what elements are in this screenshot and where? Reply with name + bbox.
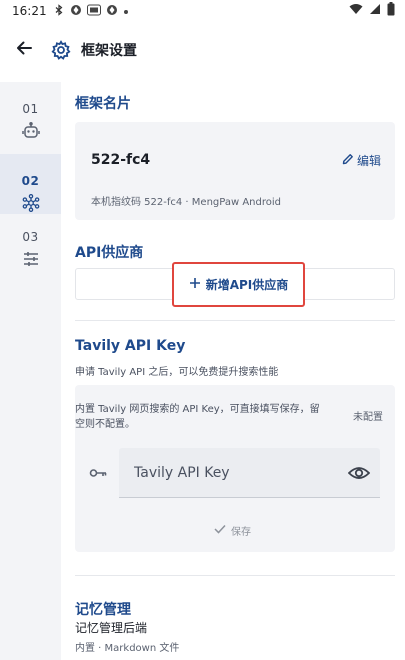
tavily-description: 内置 Tavily 网页搜索的 API Key，可直接填写保存，留空则不配置。 — [75, 404, 320, 430]
rail-item-number: 02 — [21, 174, 40, 188]
rail-item-01[interactable]: 01 — [0, 82, 61, 142]
cellular-signal-icon — [369, 3, 381, 18]
more-dot-icon — [123, 5, 129, 18]
api-provider-title: API供应商 — [75, 245, 144, 261]
save-button[interactable]: 保存 — [214, 523, 251, 538]
section-divider — [75, 320, 395, 321]
back-button[interactable] — [1, 27, 47, 73]
memory-backend-value: 内置 · Markdown 文件 — [75, 643, 180, 654]
check-icon — [214, 524, 226, 537]
tavily-status: 未配置 — [353, 412, 383, 423]
arrow-left-icon — [15, 39, 33, 61]
edit-button[interactable]: 编辑 — [342, 152, 381, 169]
pencil-icon — [342, 153, 354, 168]
rail-item-number: 01 — [22, 102, 39, 116]
rail-item-number: 03 — [22, 230, 39, 244]
rail-item-03[interactable]: 03 — [0, 210, 61, 270]
tavily-subtitle: 申请 Tavily API 之后，可以免费提升搜索性能 — [75, 367, 279, 378]
frame-card: 522-fc4 编辑 本机指纹码 522-fc4 · MengPaw Andro… — [75, 122, 395, 220]
wifi-icon — [349, 3, 363, 18]
top-app-bar: 框架设置 — [0, 22, 405, 78]
rail-item-02[interactable]: 02 — [0, 154, 61, 214]
plus-icon — [189, 277, 201, 292]
robot-icon — [21, 122, 40, 140]
add-api-provider-label: 新增API供应商 — [205, 278, 289, 292]
save-button-label: 保存 — [231, 527, 251, 538]
status-bar: 16:21 — [0, 0, 405, 22]
status-time: 16:21 — [12, 4, 47, 18]
section-divider — [75, 575, 395, 576]
memory-backend-label[interactable]: 记忆管理后端 — [75, 619, 147, 636]
settings-content: 框架名片 522-fc4 编辑 本机指纹码 522-fc4 · MengPaw … — [61, 82, 405, 660]
navigation-rail: 01 02 03 — [0, 82, 61, 660]
visibility-toggle-icon[interactable] — [347, 463, 371, 483]
tavily-title: Tavily API Key — [75, 338, 186, 354]
frame-name: 522-fc4 — [91, 152, 151, 168]
status-right-group — [349, 2, 395, 19]
frame-card-title: 框架名片 — [75, 96, 131, 112]
gear-icon — [50, 39, 72, 61]
app-badge-icon — [86, 4, 101, 19]
memory-title: 记忆管理 — [75, 602, 131, 618]
tavily-api-key-field[interactable] — [119, 448, 380, 498]
add-api-provider-button[interactable]: 新增API供应商 — [172, 262, 305, 307]
app-notification-icon — [106, 4, 118, 19]
sliders-icon — [22, 250, 40, 268]
edit-button-label: 编辑 — [356, 154, 381, 168]
key-icon — [89, 464, 107, 477]
battery-icon — [387, 2, 395, 19]
app-notification-icon — [70, 4, 82, 19]
device-fingerprint: 本机指纹码 522-fc4 · MengPaw Android — [91, 197, 281, 208]
tavily-api-key-input[interactable] — [134, 464, 334, 481]
page-title: 框架设置 — [81, 43, 137, 59]
bluetooth-icon — [53, 3, 65, 19]
